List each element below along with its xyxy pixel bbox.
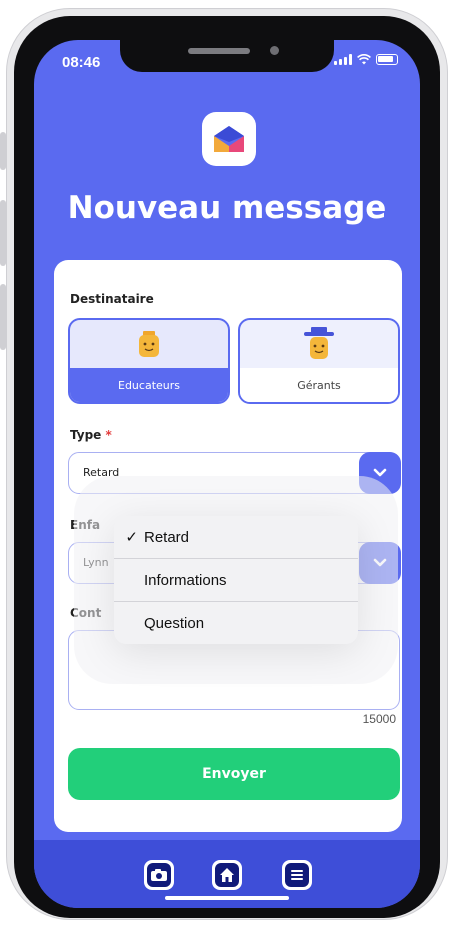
page-title: Nouveau message (67, 190, 387, 226)
home-indicator[interactable] (165, 896, 289, 900)
wifi-icon (357, 54, 371, 65)
checkmark-icon: ✓ (125, 529, 138, 546)
phone-volume-down (0, 284, 6, 350)
recipient-label: Destinataire (70, 292, 154, 306)
home-icon (220, 868, 234, 882)
app-logo (202, 112, 256, 166)
chevron-down-icon (373, 468, 387, 477)
dropdown-option-label: Retard (144, 528, 190, 546)
recipient-label-educateurs: Educateurs (70, 368, 228, 402)
type-dropdown-menu: ✓ Retard Informations Question (114, 516, 358, 644)
dropdown-option-informations[interactable]: Informations (114, 559, 358, 601)
char-counter: 15000 (362, 712, 396, 726)
chevron-down-icon (373, 558, 387, 567)
envelope-logo-icon (214, 126, 244, 152)
front-camera (270, 46, 279, 55)
signal-icon (334, 54, 352, 65)
tab-camera[interactable] (144, 860, 174, 890)
phone-volume-up (0, 200, 6, 266)
speaker (188, 48, 250, 54)
notch (120, 40, 334, 72)
send-button[interactable]: Envoyer (68, 748, 400, 800)
dropdown-option-question[interactable]: Question (114, 602, 358, 644)
content-label: Cont (70, 606, 102, 620)
menu-icon (291, 870, 303, 880)
battery-icon (376, 54, 398, 65)
child-label: Enfa (70, 518, 101, 532)
manager-avatar (240, 320, 398, 370)
type-select-value: Retard (83, 466, 120, 479)
recipient-label-gerants: Gérants (240, 368, 398, 402)
status-time: 08:46 (62, 54, 101, 71)
type-select-toggle[interactable] (359, 452, 401, 494)
phone-mute-switch (0, 132, 6, 170)
child-select-toggle[interactable] (359, 542, 401, 584)
app-screen: 08:46 Nouveau message Destinataire Educa… (34, 40, 420, 908)
educator-avatar (70, 320, 228, 370)
tab-menu[interactable] (282, 860, 312, 890)
type-label: Type * (70, 428, 112, 442)
type-label-text: Type (70, 428, 102, 442)
status-icons (334, 54, 398, 65)
dropdown-option-label: Question (144, 614, 205, 632)
tab-home[interactable] (212, 860, 242, 890)
camera-icon (151, 869, 167, 881)
recipient-option-educateurs[interactable]: Educateurs (68, 318, 230, 404)
lego-head-icon (139, 331, 159, 357)
dropdown-option-retard[interactable]: ✓ Retard (114, 516, 358, 558)
recipient-option-gerants[interactable]: Gérants (238, 318, 400, 404)
type-select[interactable]: Retard (68, 452, 401, 494)
required-mark: * (105, 428, 112, 442)
child-select-value: Lynn (83, 556, 109, 569)
dropdown-option-label: Informations (144, 571, 227, 589)
lego-head-hat-icon (304, 327, 334, 359)
